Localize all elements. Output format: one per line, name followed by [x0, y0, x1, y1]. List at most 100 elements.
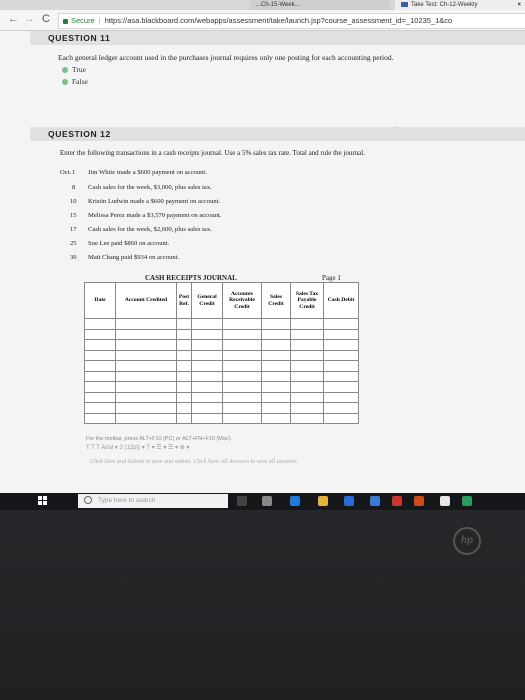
journal-cell[interactable]: [84, 391, 116, 403]
back-icon[interactable]: ←: [8, 13, 19, 25]
journal-cell[interactable]: [191, 349, 223, 361]
journal-cell[interactable]: [222, 381, 262, 393]
taskbar-search-input[interactable]: Type here to search: [78, 494, 228, 508]
forward-icon[interactable]: →: [24, 13, 35, 25]
microphone-icon[interactable]: [237, 496, 247, 506]
browser-tab-active[interactable]: Take Test: Ch-12-Weekly ×: [395, 0, 525, 10]
radio-icon[interactable]: [62, 67, 68, 74]
radio-selected-icon[interactable]: [62, 79, 68, 86]
journal-cell[interactable]: [84, 412, 116, 424]
journal-cell[interactable]: [176, 412, 192, 424]
journal-cell[interactable]: [115, 349, 177, 361]
option-true[interactable]: True: [62, 65, 86, 74]
edge-icon[interactable]: [290, 496, 300, 506]
journal-cell[interactable]: [261, 402, 291, 414]
journal-cell[interactable]: [261, 349, 291, 361]
journal-cell[interactable]: [323, 318, 359, 330]
journal-cell[interactable]: [84, 349, 116, 361]
journal-cell[interactable]: [191, 370, 223, 382]
journal-cell[interactable]: [115, 339, 177, 351]
journal-cell[interactable]: [84, 318, 116, 330]
store-icon[interactable]: [344, 496, 354, 506]
office-icon[interactable]: [414, 496, 424, 506]
journal-cell[interactable]: [323, 328, 359, 340]
file-explorer-icon[interactable]: [318, 496, 328, 506]
journal-cell[interactable]: [290, 360, 324, 372]
journal-cell[interactable]: [176, 339, 192, 351]
journal-cell[interactable]: [84, 370, 116, 382]
journal-cell[interactable]: [290, 339, 324, 351]
amazon-icon[interactable]: [392, 496, 402, 506]
journal-cell[interactable]: [290, 412, 324, 424]
journal-cell[interactable]: [290, 349, 324, 361]
journal-cell[interactable]: [222, 412, 262, 424]
journal-cell[interactable]: [176, 370, 192, 382]
journal-cell[interactable]: [290, 391, 324, 403]
chrome-icon[interactable]: [440, 496, 450, 506]
journal-cell[interactable]: [222, 349, 262, 361]
journal-cell[interactable]: [84, 339, 116, 351]
journal-cell[interactable]: [191, 328, 223, 340]
journal-cell[interactable]: [115, 391, 177, 403]
journal-cell[interactable]: [191, 318, 223, 330]
app-icon[interactable]: [462, 496, 472, 506]
journal-cell[interactable]: [323, 402, 359, 414]
url-input[interactable]: Secure | https://asa.blackboard.com/webapp…: [58, 13, 525, 29]
browser-tab[interactable]: ...Ch-15-Week...: [250, 0, 390, 10]
journal-cell[interactable]: [115, 328, 177, 340]
journal-cell[interactable]: [261, 370, 291, 382]
journal-cell[interactable]: [84, 381, 116, 393]
task-view-icon[interactable]: [262, 496, 272, 506]
journal-cell[interactable]: [222, 391, 262, 403]
journal-cell[interactable]: [222, 360, 262, 372]
journal-cell[interactable]: [191, 402, 223, 414]
journal-cell[interactable]: [261, 328, 291, 340]
journal-cell[interactable]: [290, 381, 324, 393]
journal-cell[interactable]: [261, 339, 291, 351]
option-false[interactable]: False: [62, 77, 88, 86]
journal-cell[interactable]: [115, 381, 177, 393]
journal-cell[interactable]: [323, 349, 359, 361]
journal-cell[interactable]: [84, 402, 116, 414]
journal-cell[interactable]: [323, 381, 359, 393]
journal-cell[interactable]: [176, 360, 192, 372]
journal-cell[interactable]: [222, 318, 262, 330]
journal-cell[interactable]: [323, 391, 359, 403]
journal-cell[interactable]: [115, 412, 177, 424]
journal-cell[interactable]: [261, 318, 291, 330]
journal-cell[interactable]: [176, 328, 192, 340]
journal-cell[interactable]: [84, 360, 116, 372]
journal-cell[interactable]: [115, 360, 177, 372]
journal-cell[interactable]: [222, 370, 262, 382]
journal-cell[interactable]: [191, 412, 223, 424]
journal-cell[interactable]: [176, 318, 192, 330]
journal-cell[interactable]: [323, 370, 359, 382]
journal-cell[interactable]: [176, 391, 192, 403]
journal-cell[interactable]: [191, 339, 223, 351]
journal-cell[interactable]: [290, 328, 324, 340]
journal-cell[interactable]: [323, 360, 359, 372]
journal-cell[interactable]: [115, 318, 177, 330]
journal-cell[interactable]: [261, 381, 291, 393]
journal-cell[interactable]: [191, 360, 223, 372]
windows-start-icon[interactable]: [38, 496, 48, 506]
close-tab-icon[interactable]: ×: [517, 0, 521, 10]
journal-cell[interactable]: [222, 402, 262, 414]
dropbox-icon[interactable]: [370, 496, 380, 506]
journal-cell[interactable]: [176, 402, 192, 414]
journal-cell[interactable]: [261, 391, 291, 403]
journal-cell[interactable]: [176, 381, 192, 393]
journal-cell[interactable]: [115, 370, 177, 382]
journal-cell[interactable]: [176, 349, 192, 361]
journal-cell[interactable]: [222, 328, 262, 340]
journal-cell[interactable]: [115, 402, 177, 414]
editor-toolbar[interactable]: T T T Arial ▾ 3 (12pt) ▾ T ▾ ☰ ▾ ☰ ▾ ⊕ ▾: [86, 444, 189, 451]
journal-cell[interactable]: [290, 318, 324, 330]
journal-cell[interactable]: [84, 328, 116, 340]
journal-cell[interactable]: [191, 391, 223, 403]
journal-cell[interactable]: [191, 381, 223, 393]
journal-cell[interactable]: [323, 339, 359, 351]
journal-cell[interactable]: [323, 412, 359, 424]
journal-cell[interactable]: [261, 360, 291, 372]
reload-icon[interactable]: C: [42, 13, 50, 25]
